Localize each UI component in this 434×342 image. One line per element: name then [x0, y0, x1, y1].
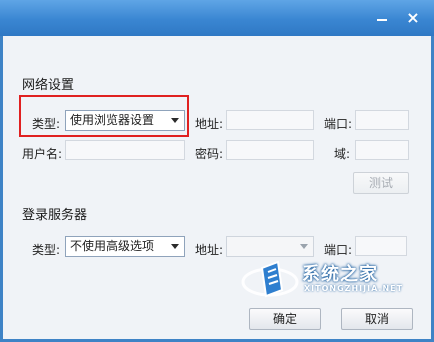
login-address-label: 地址: [195, 243, 224, 257]
password-input[interactable] [226, 140, 314, 160]
cancel-button[interactable]: 取消 [341, 308, 413, 330]
chevron-down-icon [300, 244, 308, 249]
network-type-value: 使用浏览器设置 [70, 113, 155, 127]
network-section-title: 网络设置 [22, 78, 75, 93]
title-bar: × [0, 0, 434, 36]
watermark-logo-icon [241, 260, 299, 298]
login-address-select[interactable] [226, 236, 314, 257]
chevron-down-icon [171, 118, 179, 123]
watermark-subtext: XITONGZHIJIA.NET [304, 284, 404, 293]
network-type-label: 类型: [32, 117, 61, 131]
domain-input[interactable] [355, 140, 409, 160]
network-port-label: 端口: [324, 117, 353, 131]
test-button[interactable]: 测试 [353, 172, 409, 194]
settings-window: × 网络设置 类型: 使用浏览器设置 地址: 端口: 用户名: 密码: 域: 测… [0, 0, 434, 342]
login-type-value: 不使用高级选项 [70, 239, 155, 253]
username-input[interactable] [65, 140, 185, 160]
watermark: 系统之家 XITONGZHIJIA.NET [240, 256, 426, 302]
network-type-select[interactable]: 使用浏览器设置 [65, 110, 185, 131]
login-type-label: 类型: [32, 243, 61, 257]
password-label: 密码: [195, 147, 224, 161]
close-icon: × [406, 8, 420, 27]
watermark-text: 系统之家 [302, 264, 378, 285]
network-address-label: 地址: [195, 117, 224, 131]
close-button[interactable]: × [403, 8, 423, 28]
login-type-select[interactable]: 不使用高级选项 [65, 236, 185, 257]
minimize-icon [377, 19, 387, 21]
ok-button[interactable]: 确定 [249, 308, 321, 330]
login-server-section-title: 登录服务器 [22, 208, 88, 223]
network-port-input[interactable] [355, 110, 409, 130]
chevron-down-icon [171, 244, 179, 249]
network-address-input[interactable] [226, 110, 314, 130]
login-port-input[interactable] [355, 236, 407, 256]
minimize-button[interactable] [372, 8, 392, 28]
domain-label: 域: [334, 147, 351, 161]
username-label: 用户名: [22, 147, 63, 161]
